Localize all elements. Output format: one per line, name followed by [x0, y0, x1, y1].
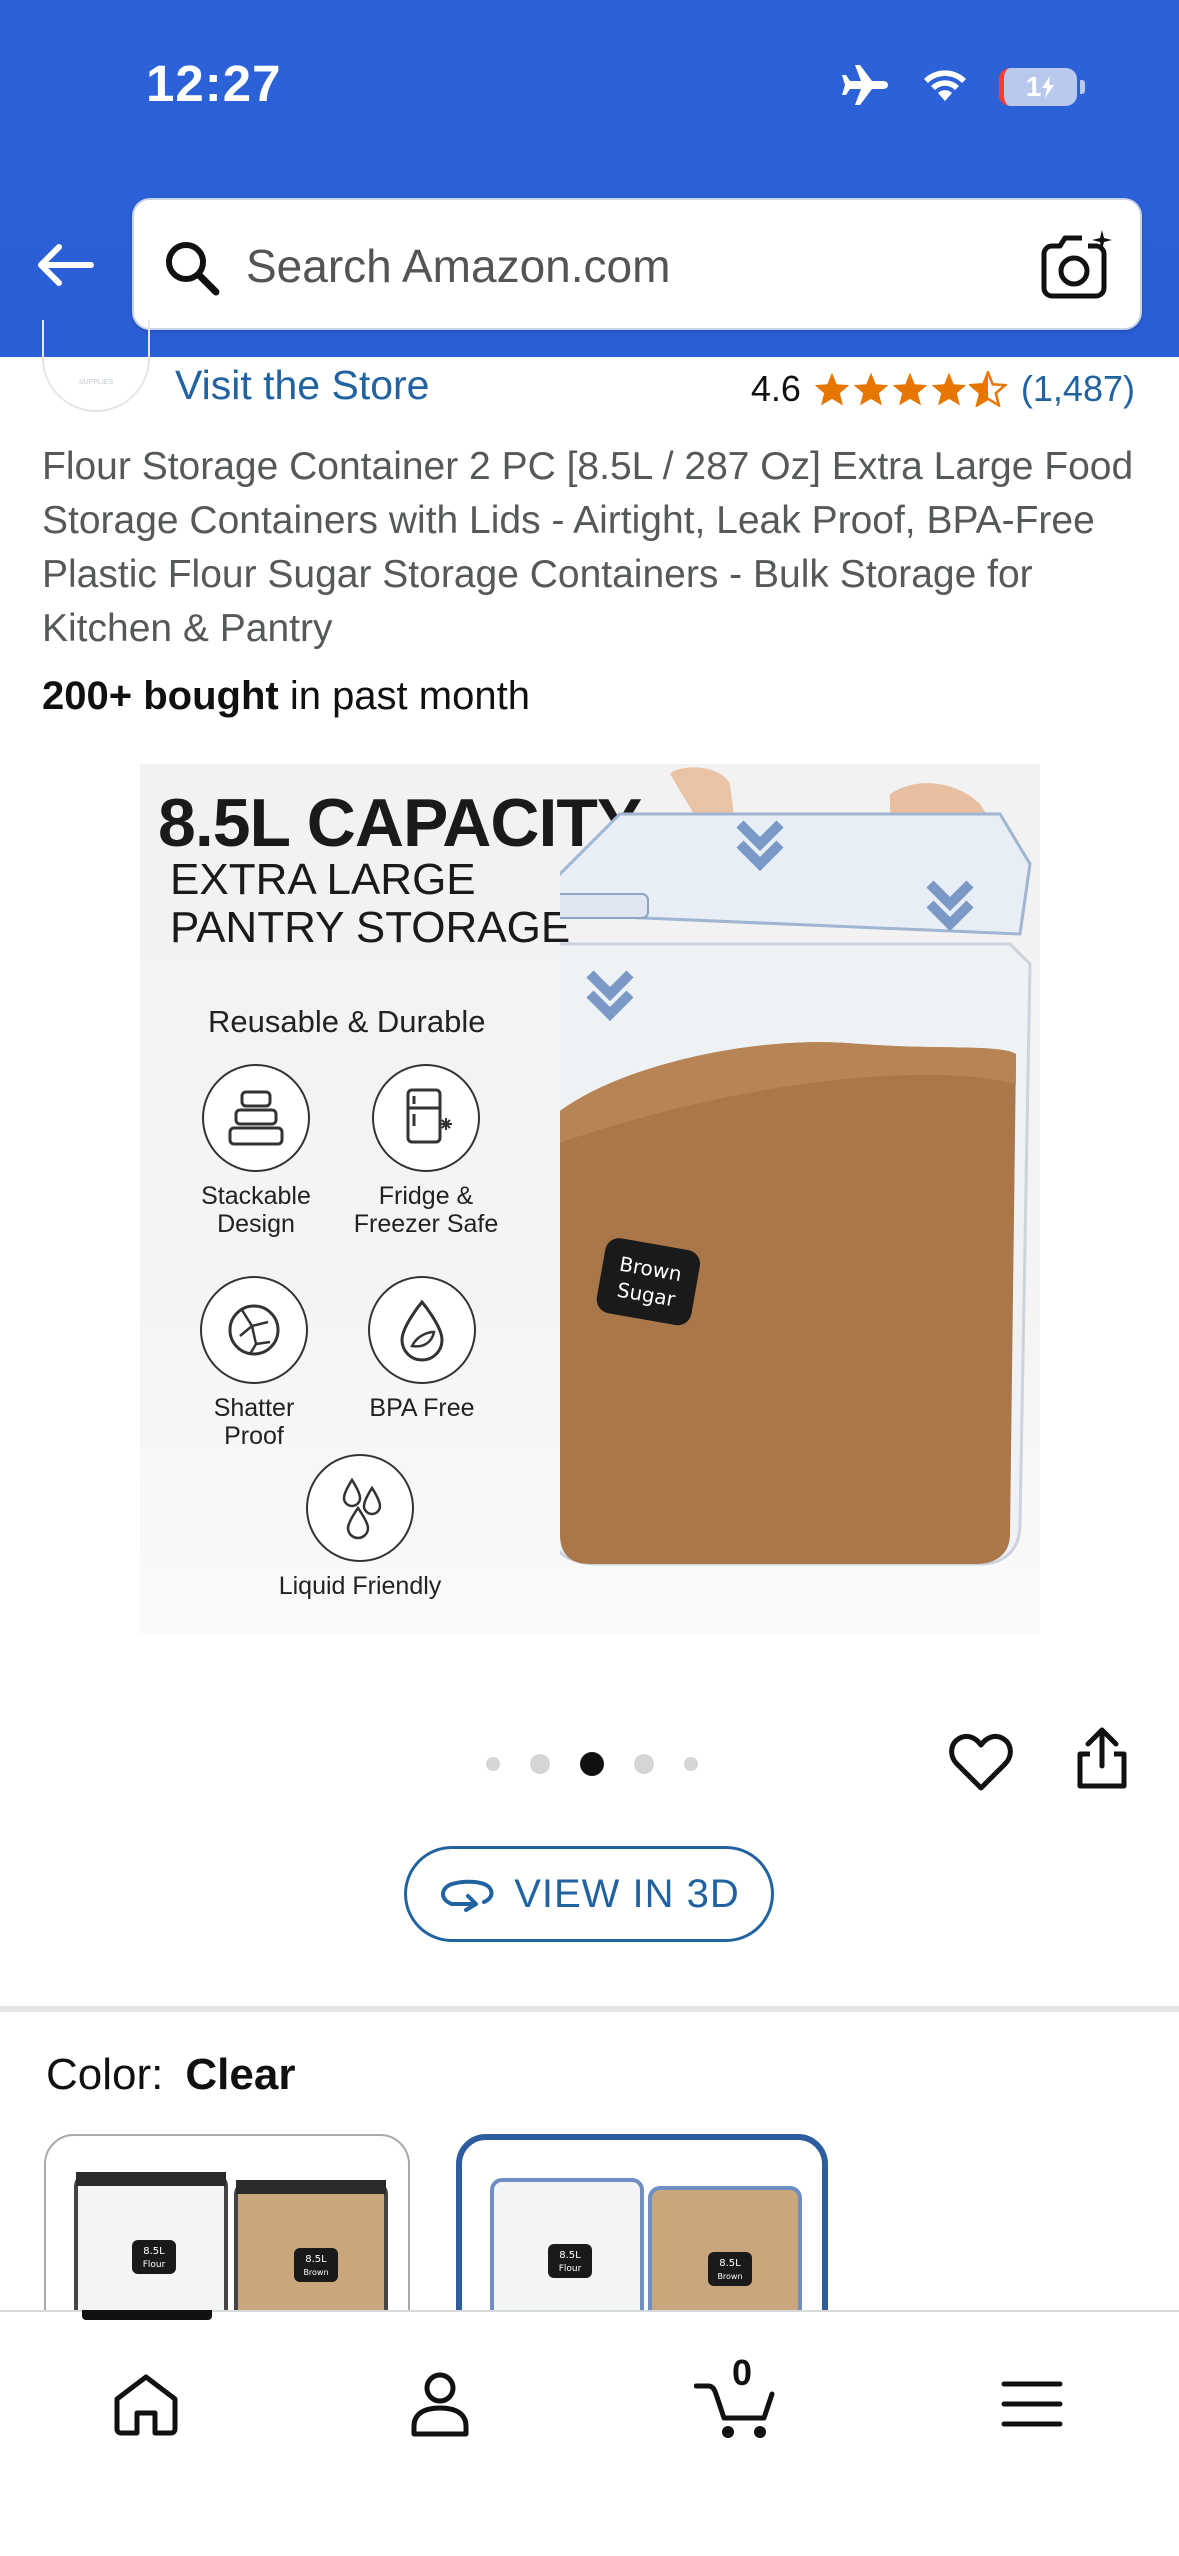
view-in-3d-button[interactable]: VIEW IN 3D	[404, 1846, 774, 1942]
swatch-jar-label: Brown	[717, 2272, 742, 2281]
status-time: 12:27	[146, 55, 282, 112]
fridge-icon	[372, 1064, 480, 1172]
feature-label: Proof	[224, 1422, 284, 1450]
person-icon	[411, 2372, 469, 2437]
container-illustration: Brown Sugar	[560, 767, 1032, 1566]
section-divider	[0, 2006, 1179, 2012]
heart-icon[interactable]	[948, 1730, 1014, 1796]
rating-summary[interactable]: 4.6 (1,487)	[751, 368, 1135, 410]
swatch-jar-label: Flour	[143, 2260, 166, 2270]
star-full-icon	[931, 372, 967, 406]
store-logo-text: SUPPLIES	[78, 379, 114, 386]
swatch-jar-label: Flour	[559, 2264, 582, 2274]
store-logo[interactable]: SUPPLIES	[42, 320, 150, 412]
nav-cart[interactable]: 0	[686, 2352, 786, 2454]
bought-in-past-month: 200+ bought in past month	[42, 674, 530, 719]
rating-value: 4.6	[750, 368, 801, 409]
star-full-icon	[892, 372, 928, 406]
swatch-jar-label: Brown	[303, 2268, 328, 2277]
nav-account[interactable]	[390, 2354, 490, 2454]
image-carousel-dots[interactable]	[486, 1752, 698, 1776]
stack-boxes-icon	[202, 1064, 310, 1172]
battery-indicator: 1	[999, 68, 1085, 106]
star-half-icon	[968, 371, 1007, 407]
swatch-jar-label: 8.5L	[305, 2254, 327, 2265]
swatch-jar-label: 8.5L	[719, 2258, 741, 2269]
airplane-mode-icon	[841, 63, 891, 112]
visit-store-link[interactable]: Visit the Store	[175, 362, 430, 409]
bought-count: 200+ bought	[42, 674, 279, 718]
wifi-icon	[921, 67, 969, 108]
color-selector-label: Color: Clear	[46, 2050, 295, 2100]
feature-label: Design	[217, 1210, 295, 1238]
color-value: Clear	[185, 2050, 296, 2099]
feature-fridge-safe: Fridge & Freezer Safe	[336, 1064, 516, 1238]
swatch-jar-label: 8.5L	[143, 2246, 165, 2257]
back-arrow-icon	[38, 244, 94, 286]
droplets-icon	[306, 1454, 414, 1562]
feature-liquid-friendly: Liquid Friendly	[270, 1454, 450, 1600]
carousel-dot-active[interactable]	[580, 1752, 604, 1776]
rating-count-link[interactable]: (1,487)	[1021, 368, 1135, 410]
product-title: Flour Storage Container 2 PC [8.5L / 287…	[42, 445, 1134, 650]
feature-bpa-free: BPA Free	[332, 1276, 512, 1422]
star-rating	[813, 371, 1007, 407]
battery-level: 1	[1025, 71, 1042, 102]
color-label: Color:	[46, 2050, 164, 2099]
feature-stackable: Stackable Design	[166, 1064, 346, 1238]
nav-menu[interactable]	[982, 2354, 1082, 2454]
active-tab-indicator	[82, 2310, 212, 2320]
image-subheadline: EXTRA LARGE PANTRY STORAGE	[170, 856, 570, 952]
carousel-dot[interactable]	[530, 1754, 550, 1774]
nav-home[interactable]	[96, 2354, 196, 2454]
image-subheadline-line: PANTRY STORAGE	[170, 903, 571, 952]
features-title: Reusable & Durable	[208, 1004, 486, 1039]
feature-shatter-proof: Shatter Proof	[164, 1276, 344, 1450]
shatter-icon	[200, 1276, 308, 1384]
search-input[interactable]	[246, 230, 1006, 302]
feature-label: Liquid Friendly	[278, 1572, 442, 1600]
cart-count: 0	[732, 2352, 753, 2393]
bottom-navigation: 0	[0, 2310, 1179, 2556]
leaf-drop-icon	[368, 1276, 476, 1384]
carousel-dot[interactable]	[684, 1757, 698, 1771]
status-icons: 1	[841, 62, 1085, 112]
camera-search-icon[interactable]	[1040, 228, 1116, 304]
feature-label: Freezer Safe	[353, 1210, 499, 1238]
feature-label: Fridge &	[378, 1182, 474, 1210]
hamburger-menu-icon	[1001, 2381, 1063, 2427]
carousel-dot[interactable]	[634, 1754, 654, 1774]
star-full-icon	[814, 372, 850, 406]
carousel-dot[interactable]	[486, 1757, 500, 1771]
feature-label: Shatter	[213, 1394, 295, 1422]
back-button[interactable]	[32, 232, 98, 298]
search-icon	[166, 242, 220, 296]
rotate-3d-icon	[441, 1879, 494, 1912]
home-icon	[114, 2374, 178, 2436]
top-header: 12:27 1	[0, 0, 1179, 357]
feature-label: Stackable	[201, 1182, 311, 1210]
swatch-jar-label: 8.5L	[559, 2250, 581, 2261]
product-image[interactable]: 8.5L CAPACITY EXTRA LARGE PANTRY STORAGE…	[140, 764, 1040, 1634]
view-in-3d-label: VIEW IN 3D	[514, 1871, 740, 1916]
feature-label: BPA Free	[369, 1394, 475, 1422]
bought-period: in past month	[278, 674, 530, 718]
image-subheadline-line: EXTRA LARGE	[170, 855, 476, 904]
share-icon[interactable]	[1072, 1726, 1132, 1790]
product-page: 12:27 1 Search Amazon.com SUPPLIES Visit…	[0, 0, 1179, 2556]
charging-bolt-icon	[1042, 76, 1055, 98]
search-bar[interactable]	[132, 198, 1142, 330]
star-full-icon	[853, 372, 889, 406]
